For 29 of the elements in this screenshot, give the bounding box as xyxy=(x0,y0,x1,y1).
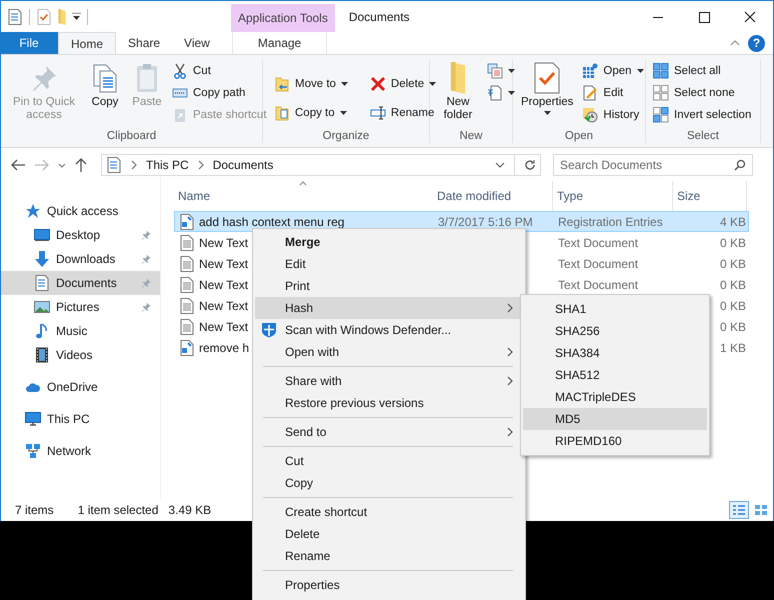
group-label: Open xyxy=(564,130,594,144)
file-type: Text Document xyxy=(558,278,638,292)
group-label: Organize xyxy=(322,130,370,144)
file-name: New Text xyxy=(199,298,248,312)
file-name: add hash context menu reg xyxy=(199,214,344,228)
item-count: 7 items xyxy=(15,503,54,517)
file-name: remove h xyxy=(199,340,250,354)
file-size: 1 KB xyxy=(720,340,746,354)
file-name: New Text xyxy=(199,320,248,334)
file-date: 3/7/2017 5:16 PM xyxy=(438,214,533,228)
group-label: New xyxy=(458,130,484,144)
file-name: New Text xyxy=(199,236,248,250)
file-size: 0 KB xyxy=(720,298,746,312)
file-size: 0 KB xyxy=(720,256,746,270)
file-name: New Text xyxy=(199,278,248,292)
file-size: 0 KB xyxy=(720,236,746,250)
window-title: Documents xyxy=(348,10,410,24)
file-name: New Text xyxy=(199,256,248,270)
file-type: Text Document xyxy=(558,236,638,250)
group-label: Clipboard xyxy=(106,130,158,144)
selection-size: 3.49 KB xyxy=(168,503,212,517)
file-type: Registration Entries xyxy=(558,214,663,228)
contextual-tab-group: Application Tools xyxy=(231,4,335,32)
file-type: Text Document xyxy=(558,256,638,270)
file-size: 0 KB xyxy=(720,320,746,334)
file-size: 0 KB xyxy=(720,278,746,292)
selection-count: 1 item selected xyxy=(78,503,158,517)
group-label: Select xyxy=(686,130,720,144)
file-size: 4 KB xyxy=(720,214,746,228)
